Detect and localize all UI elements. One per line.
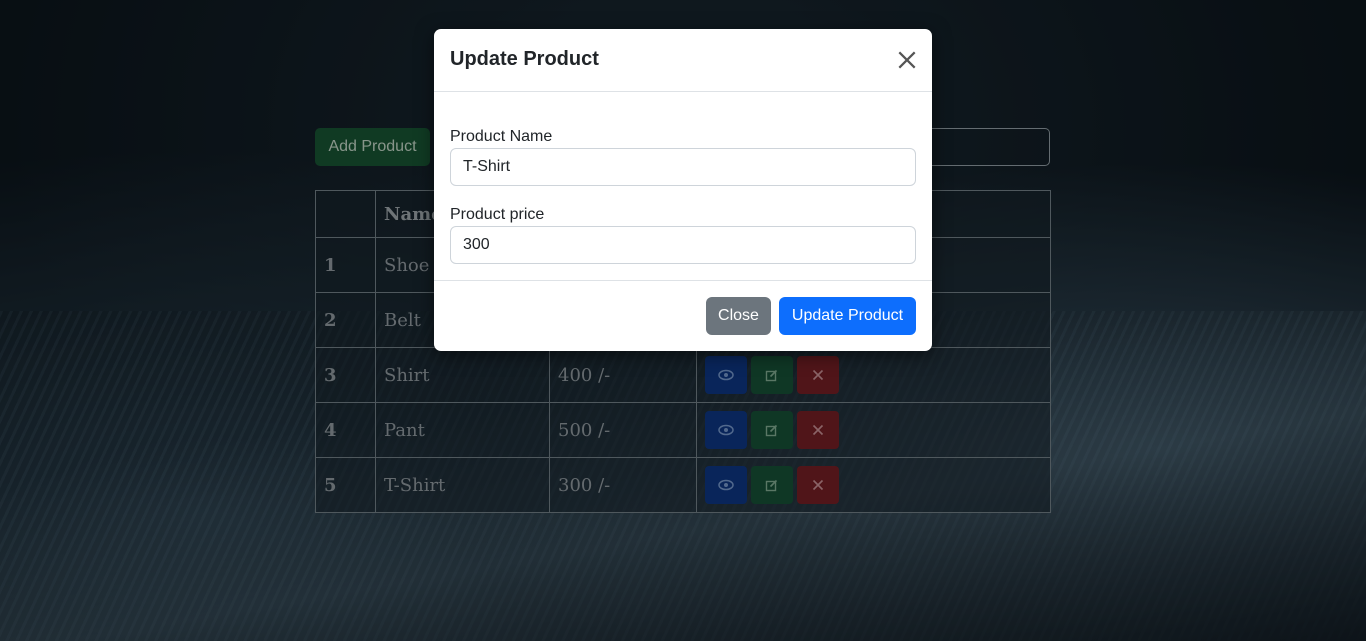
product-price-input[interactable] [450,226,916,264]
product-price-label: Product price [450,206,545,223]
modal-footer: Close Update Product [434,280,932,352]
close-button[interactable]: Close [706,297,771,335]
product-name-label: Product Name [450,128,553,145]
modal-header: Update Product [434,29,932,92]
update-product-modal: Update Product Product Name Product pric… [434,29,932,351]
product-name-input[interactable] [450,148,916,186]
update-product-button[interactable]: Update Product [779,297,916,335]
modal-title: Update Product [450,48,599,70]
close-icon[interactable] [896,49,918,71]
